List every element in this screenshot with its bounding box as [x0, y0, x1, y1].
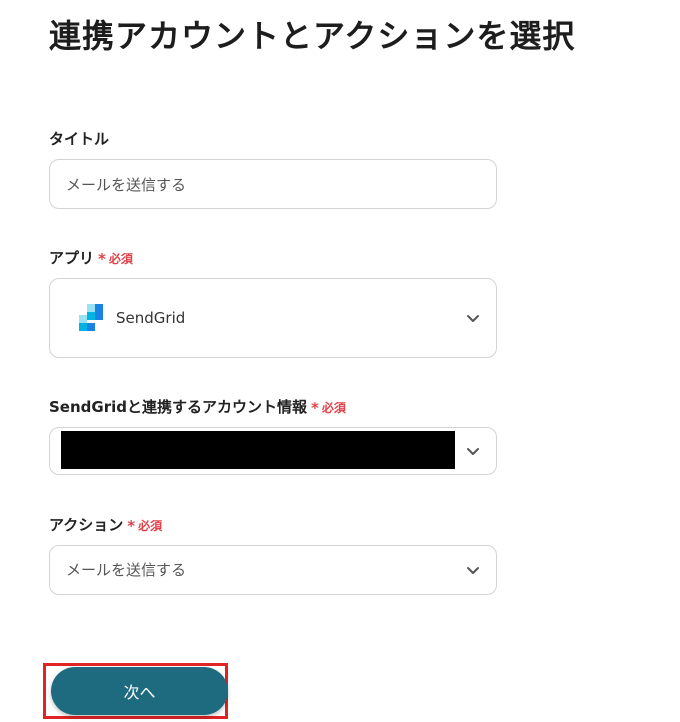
chevron-down-icon[interactable] [464, 561, 482, 579]
account-label-text: SendGridと連携するアカウント情報 [49, 398, 307, 416]
required-text: 必須 [108, 252, 133, 266]
app-label-text: アプリ [49, 249, 95, 267]
required-text: 必須 [321, 401, 346, 415]
next-button[interactable]: 次へ [51, 667, 228, 715]
required-badge: * 必須 [127, 517, 163, 535]
page-title: 連携アカウントとアクションを選択 [49, 17, 576, 55]
title-field[interactable] [49, 159, 497, 209]
selected-action: メールを送信する [66, 561, 187, 579]
sendgrid-logo-icon [79, 304, 103, 331]
required-text: 必須 [138, 519, 163, 533]
required-star: * [98, 250, 106, 268]
action-label-text: アクション [49, 516, 124, 534]
title-field-label: タイトル [49, 129, 109, 149]
redacted-account-value [61, 431, 455, 469]
selected-app-name: SendGrid [116, 309, 186, 327]
action-select[interactable]: メールを送信する [49, 545, 497, 595]
account-select[interactable] [49, 427, 497, 475]
title-input[interactable] [66, 160, 466, 208]
app-select[interactable]: SendGrid [49, 278, 497, 358]
action-field-label: アクション * 必須 [49, 515, 162, 536]
account-field-label: SendGridと連携するアカウント情報 * 必須 [49, 397, 346, 418]
chevron-down-icon[interactable] [464, 442, 482, 460]
required-star: * [310, 399, 319, 417]
title-label-text: タイトル [49, 130, 110, 148]
app-field-label: アプリ * 必須 [49, 248, 133, 269]
chevron-down-icon[interactable] [464, 309, 482, 327]
required-badge: * 必須 [98, 250, 133, 268]
required-badge: * 必須 [310, 399, 346, 417]
required-star: * [127, 517, 136, 535]
